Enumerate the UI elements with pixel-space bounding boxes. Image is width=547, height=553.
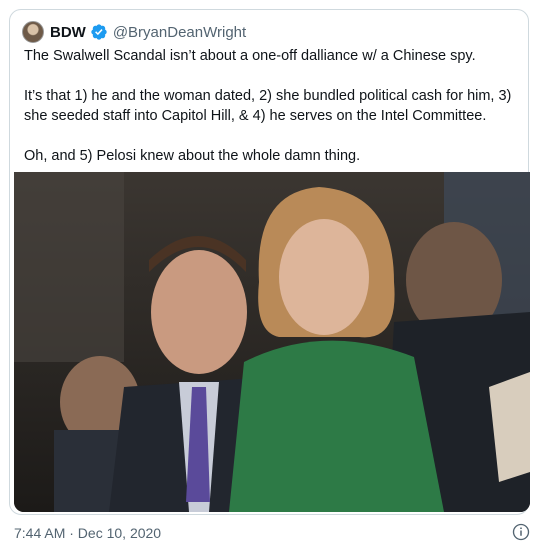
tweet-header: BDW @BryanDeanWright <box>22 20 246 44</box>
tweet-photo[interactable] <box>14 172 530 512</box>
tweet-paragraph: It’s that 1) he and the woman dated, 2) … <box>24 88 512 124</box>
tweet-text: The Swalwell Scandal isn’t about a one-o… <box>24 46 524 186</box>
tweet-paragraph: The Swalwell Scandal isn’t about a one-o… <box>24 48 476 64</box>
display-name[interactable]: BDW <box>50 24 86 41</box>
tweet-timestamp[interactable]: 7:44 AM · Dec 10, 2020 <box>14 525 161 541</box>
tweet-paragraph: Oh, and 5) Pelosi knew about the whole d… <box>24 148 361 164</box>
avatar[interactable] <box>22 21 44 43</box>
verified-badge-icon <box>91 24 107 40</box>
info-icon[interactable] <box>512 523 530 541</box>
user-handle[interactable]: @BryanDeanWright <box>113 24 246 41</box>
photo-illustration <box>14 172 530 512</box>
